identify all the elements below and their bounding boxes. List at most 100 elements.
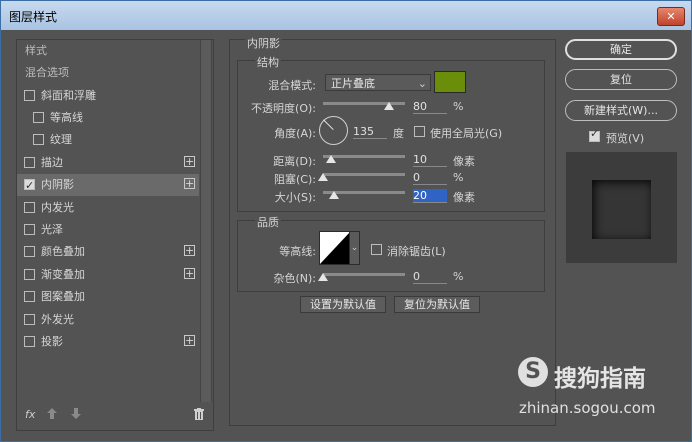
add-stroke-icon[interactable]: +: [184, 156, 195, 167]
preview-checkbox[interactable]: [589, 127, 600, 142]
choke-slider-track[interactable]: [323, 173, 405, 176]
inner-shadow-checkbox[interactable]: [24, 175, 35, 197]
satin-checkbox[interactable]: [24, 224, 35, 235]
title-bar[interactable]: 图层样式 ✕: [1, 1, 691, 30]
chevron-down-icon: ⌄: [417, 77, 427, 90]
size-unit: 像素: [453, 191, 475, 204]
add-inner-shadow-icon[interactable]: +: [184, 178, 195, 189]
noise-input[interactable]: 0: [413, 270, 447, 284]
noise-slider-thumb[interactable]: [318, 273, 328, 281]
reset-button[interactable]: 复位: [565, 69, 677, 90]
contour-label: 等高线:: [279, 245, 316, 258]
sidebar-item-label: 投影: [41, 335, 63, 348]
outer-glow-checkbox[interactable]: [24, 314, 35, 325]
stroke-checkbox[interactable]: [24, 157, 35, 168]
drop-shadow-checkbox[interactable]: [24, 336, 35, 347]
size-label: 大小(S):: [274, 191, 316, 204]
move-down-icon[interactable]: [71, 408, 81, 422]
sidebar-item-label: 光泽: [41, 223, 63, 236]
sidebar-item-label: 斜面和浮雕: [41, 89, 96, 102]
blend-options-item[interactable]: 混合选项: [17, 62, 199, 84]
blend-mode-value: 正片叠底: [331, 77, 375, 90]
angle-unit: 度: [393, 127, 404, 140]
structure-title: 结构: [255, 54, 281, 70]
distance-input[interactable]: 10: [413, 153, 447, 167]
styles-list-panel: 样式 混合选项 斜面和浮雕 等高线 纹理 描边 + 内阴影 + 内发光: [16, 39, 214, 431]
add-color-overlay-icon[interactable]: +: [184, 245, 195, 256]
contour-checkbox[interactable]: [33, 112, 44, 123]
add-gradient-overlay-icon[interactable]: +: [184, 268, 195, 279]
sidebar-item-inner-shadow[interactable]: 内阴影 +: [17, 174, 199, 197]
distance-label: 距离(D):: [273, 155, 316, 168]
add-drop-shadow-icon[interactable]: +: [184, 335, 195, 346]
preview-swatch: [592, 180, 651, 239]
sidebar-item-label: 图案叠加: [41, 290, 85, 303]
blend-mode-select[interactable]: 正片叠底 ⌄: [325, 74, 431, 91]
angle-input[interactable]: 135: [353, 125, 387, 139]
sidebar-item-gradient-overlay[interactable]: 渐变叠加 +: [17, 264, 199, 286]
ok-button[interactable]: 确定: [565, 39, 677, 60]
style-preview: [566, 152, 677, 263]
choke-input[interactable]: 0: [413, 171, 447, 185]
distance-slider-thumb[interactable]: [326, 155, 336, 163]
shadow-color-swatch[interactable]: [434, 71, 466, 93]
sidebar-item-label: 描边: [41, 156, 63, 169]
texture-checkbox[interactable]: [33, 134, 44, 145]
sidebar-item-label: 等高线: [50, 111, 83, 124]
watermark-url: zhinan.sogou.com: [519, 399, 656, 417]
styles-scrollbar[interactable]: [200, 40, 212, 402]
noise-label: 杂色(N):: [273, 272, 316, 285]
sidebar-item-bevel-emboss[interactable]: 斜面和浮雕: [17, 85, 199, 107]
angle-label: 角度(A):: [274, 127, 316, 140]
bevel-emboss-checkbox[interactable]: [24, 90, 35, 101]
opacity-unit: %: [453, 100, 464, 113]
sidebar-item-outer-glow[interactable]: 外发光: [17, 309, 199, 331]
global-light-checkbox[interactable]: [414, 126, 425, 137]
gradient-overlay-checkbox[interactable]: [24, 269, 35, 280]
sidebar-item-label: 纹理: [50, 133, 72, 146]
scrollbar-thumb[interactable]: [201, 40, 211, 402]
sidebar-item-label: 外发光: [41, 313, 74, 326]
opacity-input[interactable]: 80: [413, 100, 447, 114]
noise-slider-track[interactable]: [323, 273, 405, 276]
opacity-label: 不透明度(O):: [251, 102, 316, 115]
close-button[interactable]: ✕: [657, 7, 685, 26]
antialias-label: 消除锯齿(L): [387, 245, 446, 258]
contour-dropdown-icon[interactable]: ⌄: [349, 231, 360, 265]
new-style-button[interactable]: 新建样式(W)...: [565, 100, 677, 121]
color-overlay-checkbox[interactable]: [24, 246, 35, 257]
opacity-slider-thumb[interactable]: [383, 102, 394, 110]
move-up-icon[interactable]: [47, 408, 57, 422]
set-default-button[interactable]: 设置为默认值: [300, 296, 386, 313]
quality-title: 品质: [255, 214, 281, 230]
sidebar-item-pattern-overlay[interactable]: 图案叠加: [17, 286, 199, 308]
sidebar-item-label: 渐变叠加: [41, 268, 85, 281]
angle-dial[interactable]: [319, 116, 348, 145]
styles-header[interactable]: 样式: [17, 40, 199, 62]
pattern-overlay-checkbox[interactable]: [24, 291, 35, 302]
size-input[interactable]: 20: [413, 189, 447, 203]
sidebar-item-inner-glow[interactable]: 内发光: [17, 197, 199, 219]
reset-default-button[interactable]: 复位为默认值: [394, 296, 480, 313]
blend-mode-label: 混合模式:: [268, 79, 316, 92]
choke-unit: %: [453, 171, 464, 184]
sidebar-item-contour[interactable]: 等高线: [17, 107, 199, 129]
styles-toolbar: fx: [17, 404, 213, 430]
choke-slider-thumb[interactable]: [318, 173, 328, 181]
size-slider-thumb[interactable]: [329, 191, 339, 199]
distance-unit: 像素: [453, 155, 475, 168]
sidebar-item-satin[interactable]: 光泽: [17, 219, 199, 241]
sidebar-item-label: 内发光: [41, 201, 74, 214]
sidebar-item-stroke[interactable]: 描边 +: [17, 152, 199, 174]
angle-needle: [323, 119, 334, 130]
layer-style-dialog: 图层样式 ✕ 样式 混合选项 斜面和浮雕 等高线 纹理 描边 + 内阴影 +: [0, 0, 692, 442]
sidebar-item-drop-shadow[interactable]: 投影 +: [17, 331, 199, 353]
antialias-checkbox[interactable]: [371, 244, 382, 255]
sidebar-item-color-overlay[interactable]: 颜色叠加 +: [17, 241, 199, 263]
fx-icon[interactable]: fx: [25, 408, 35, 421]
global-light-label: 使用全局光(G): [430, 127, 503, 140]
sidebar-item-texture[interactable]: 纹理: [17, 129, 199, 151]
sidebar-item-label: 颜色叠加: [41, 245, 85, 258]
inner-glow-checkbox[interactable]: [24, 202, 35, 213]
trash-icon[interactable]: [194, 408, 204, 423]
